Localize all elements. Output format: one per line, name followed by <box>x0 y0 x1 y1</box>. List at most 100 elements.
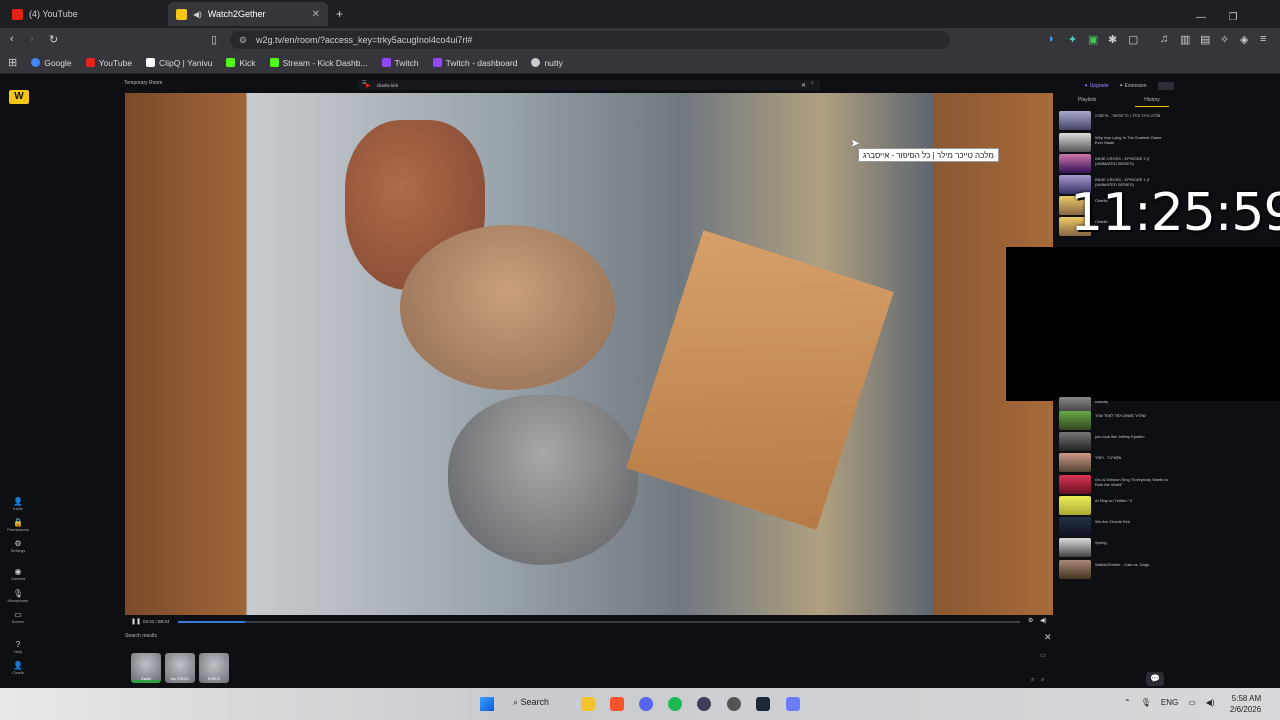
chat-icon[interactable]: 💬 <box>1146 672 1164 686</box>
nav-invite[interactable]: 👤 Invite <box>0 497 36 511</box>
app-icon[interactable] <box>786 697 800 711</box>
url-input[interactable]: ⚙ w2g.tv/en/room/?access_key=trky5acugIn… <box>230 31 950 49</box>
spotify-icon[interactable] <box>668 697 682 711</box>
extension-1-icon[interactable]: ◗ <box>1048 33 1055 45</box>
history-item[interactable]: We Are Charlie Kirk <box>1059 516 1169 536</box>
history-item[interactable]: you look like Jeffrey Epstein <box>1059 431 1169 451</box>
history-item[interactable]: אקשייבר - השיר <box>1059 452 1169 472</box>
bookmark-nutty[interactable]: nutty <box>531 58 563 68</box>
bookmark-twitch[interactable]: Twitch <box>381 58 419 68</box>
volume-icon[interactable]: ◀) <box>1206 698 1215 707</box>
tab-watch2gether[interactable]: ◀) Watch2Gether ✕ <box>168 2 328 26</box>
participant-avatar[interactable]: RANCE <box>199 653 229 683</box>
participant-avatar[interactable]: charlie <box>131 653 161 683</box>
nav-user[interactable]: 👤 Charlk <box>0 661 36 675</box>
forward-icon[interactable]: › <box>30 33 34 45</box>
chevron-up-icon[interactable]: ⌃ <box>1124 698 1131 707</box>
bookmark-icon[interactable]: ▯ <box>211 33 217 46</box>
nav-microphone[interactable]: 🎙 Microphone <box>0 589 36 603</box>
steam-icon[interactable] <box>756 697 770 711</box>
close-search-icon[interactable]: ✕ <box>1044 632 1052 643</box>
file-explorer-icon[interactable] <box>581 697 595 711</box>
history-item[interactable]: INDIE CROSS - EPISODE 2 (f (ANIMATED SER… <box>1059 153 1169 173</box>
music-icon[interactable]: ♫ <box>1160 33 1168 45</box>
bookmark-google[interactable]: Google <box>31 58 72 68</box>
url-text: w2g.tv/en/room/?access_key=trky5acugInol… <box>256 35 473 45</box>
bookmark-kick[interactable]: Kick <box>226 58 256 68</box>
reload-icon[interactable]: ↻ <box>49 33 58 46</box>
video-search-icon[interactable]: ⌕ <box>811 80 814 86</box>
history-thumbnail <box>1059 110 1091 130</box>
settings-icon[interactable]: ⚙ <box>1028 617 1033 624</box>
extensions-icon[interactable]: ✱ <box>1108 33 1117 46</box>
screenshot-icon[interactable]: ▢ <box>1128 33 1138 46</box>
list-icon[interactable]: ☰ <box>362 80 366 86</box>
upgrade-link[interactable]: ✦ Upgrade <box>1084 83 1109 89</box>
bookmark-label: ClipQ | Yanivu <box>159 57 213 68</box>
extension-2-icon[interactable]: ✦ <box>1068 33 1077 46</box>
nav-settings[interactable]: ⚙ Settings <box>0 539 36 553</box>
vpn-icon[interactable]: ◈ <box>1240 33 1248 46</box>
close-video-tab-icon[interactable]: ✕ <box>801 82 806 89</box>
progress-track[interactable] <box>178 621 1020 623</box>
close-tab-icon[interactable]: ✕ <box>312 9 320 20</box>
nav-label: Camera <box>10 576 26 581</box>
nav-screen[interactable]: ▭ Screen <box>0 610 36 624</box>
site-info-icon[interactable]: ⚙ <box>239 31 247 49</box>
windows-start-icon[interactable] <box>480 697 494 711</box>
nav-help[interactable]: ? Help <box>0 640 36 654</box>
obs-icon[interactable] <box>727 697 741 711</box>
app-icon[interactable] <box>697 697 711 711</box>
microphone-icon[interactable]: 🎙 <box>1141 698 1151 707</box>
history-title: We Are Charlie Kirk <box>1095 518 1130 524</box>
participant-avatar[interactable]: Ilan CRDKC <box>165 653 195 683</box>
nav-label: Screen <box>11 619 25 624</box>
history-item[interactable]: AI Slop on Twitter / X <box>1059 495 1169 515</box>
history-item[interactable]: Gru & Minnion Sing "Everybody Wants to R… <box>1059 474 1169 494</box>
video-tab-title[interactable]: charlie kirk <box>377 83 399 88</box>
taskbar-clock[interactable]: 5:58 AM 2/6/2026 <box>1230 693 1261 715</box>
bookmark-youtube[interactable]: YouTube <box>85 58 132 68</box>
leo-icon[interactable]: ✧ <box>1220 33 1229 46</box>
extension-3-icon[interactable]: ▣ <box>1088 33 1098 46</box>
new-tab-icon[interactable]: + <box>336 7 343 21</box>
toggle-icon[interactable]: ▭ <box>1040 652 1046 659</box>
bookmark-twitch-dashboard[interactable]: Twitch - dashboard <box>432 57 518 68</box>
language-indicator[interactable]: ENG <box>1161 698 1178 707</box>
history-item[interactable]: Why Iran Lying In The Scariest Game Ever… <box>1059 132 1169 152</box>
pause-icon[interactable]: ❚❚ <box>131 618 141 625</box>
tab-playlists[interactable]: Playlists <box>1078 97 1096 103</box>
history-item[interactable]: מלכה טייכר מילר | כל הסיפור - אייסברג <box>1059 110 1169 130</box>
network-icon[interactable]: ▭ <box>1188 698 1196 707</box>
volume-icon[interactable]: ◀) <box>1040 617 1047 624</box>
back-icon[interactable]: ‹ <box>10 33 14 45</box>
restore-icon[interactable]: ❐ <box>1217 12 1249 23</box>
layout-toggle-button[interactable] <box>1158 82 1174 90</box>
taskbar-search[interactable]: ⌕ Search <box>513 697 549 708</box>
wallet-icon[interactable]: ▤ <box>1200 33 1210 46</box>
menu-icon[interactable]: ≡ <box>1260 33 1266 45</box>
brave-icon[interactable] <box>610 697 624 711</box>
history-thumbnail <box>1059 153 1091 173</box>
nav-permissions[interactable]: 🔒 Permissions <box>0 518 36 532</box>
sidebar-icon[interactable]: ▥ <box>1180 33 1190 46</box>
bookmark-clipq[interactable]: ClipQ | Yanivu <box>146 58 212 68</box>
bookmark-kick-dashboard[interactable]: Stream - Kick Dashb... <box>269 58 368 68</box>
bookmark-label: Twitch - dashboard <box>445 57 518 68</box>
overlay-black-box <box>1006 247 1280 401</box>
search-icon[interactable]: ⌕ <box>1031 677 1034 684</box>
apps-grid-icon[interactable]: ⊞ <box>8 56 17 69</box>
nav-label: Invite <box>13 506 23 511</box>
minimize-icon[interactable]: — <box>1185 12 1217 23</box>
history-item[interactable]: Spring <box>1059 537 1169 557</box>
extension-link[interactable]: ✦ Extension <box>1119 83 1147 89</box>
discord-icon[interactable] <box>639 697 653 711</box>
w2g-logo[interactable]: W <box>9 90 29 104</box>
room-name[interactable]: Temporary Room <box>124 80 162 86</box>
tab-youtube[interactable]: (4) YouTube <box>4 2 164 26</box>
history-item[interactable]: שחרור משפט אחד לאחד שחר <box>1059 410 1169 430</box>
nav-camera[interactable]: ◉ Camera <box>0 567 36 581</box>
zoom-icon[interactable]: ⌕ <box>1041 677 1044 684</box>
tab-history[interactable]: History <box>1135 97 1169 107</box>
history-item[interactable]: Watch2Gether - Cats vs. Dogs <box>1059 559 1169 579</box>
